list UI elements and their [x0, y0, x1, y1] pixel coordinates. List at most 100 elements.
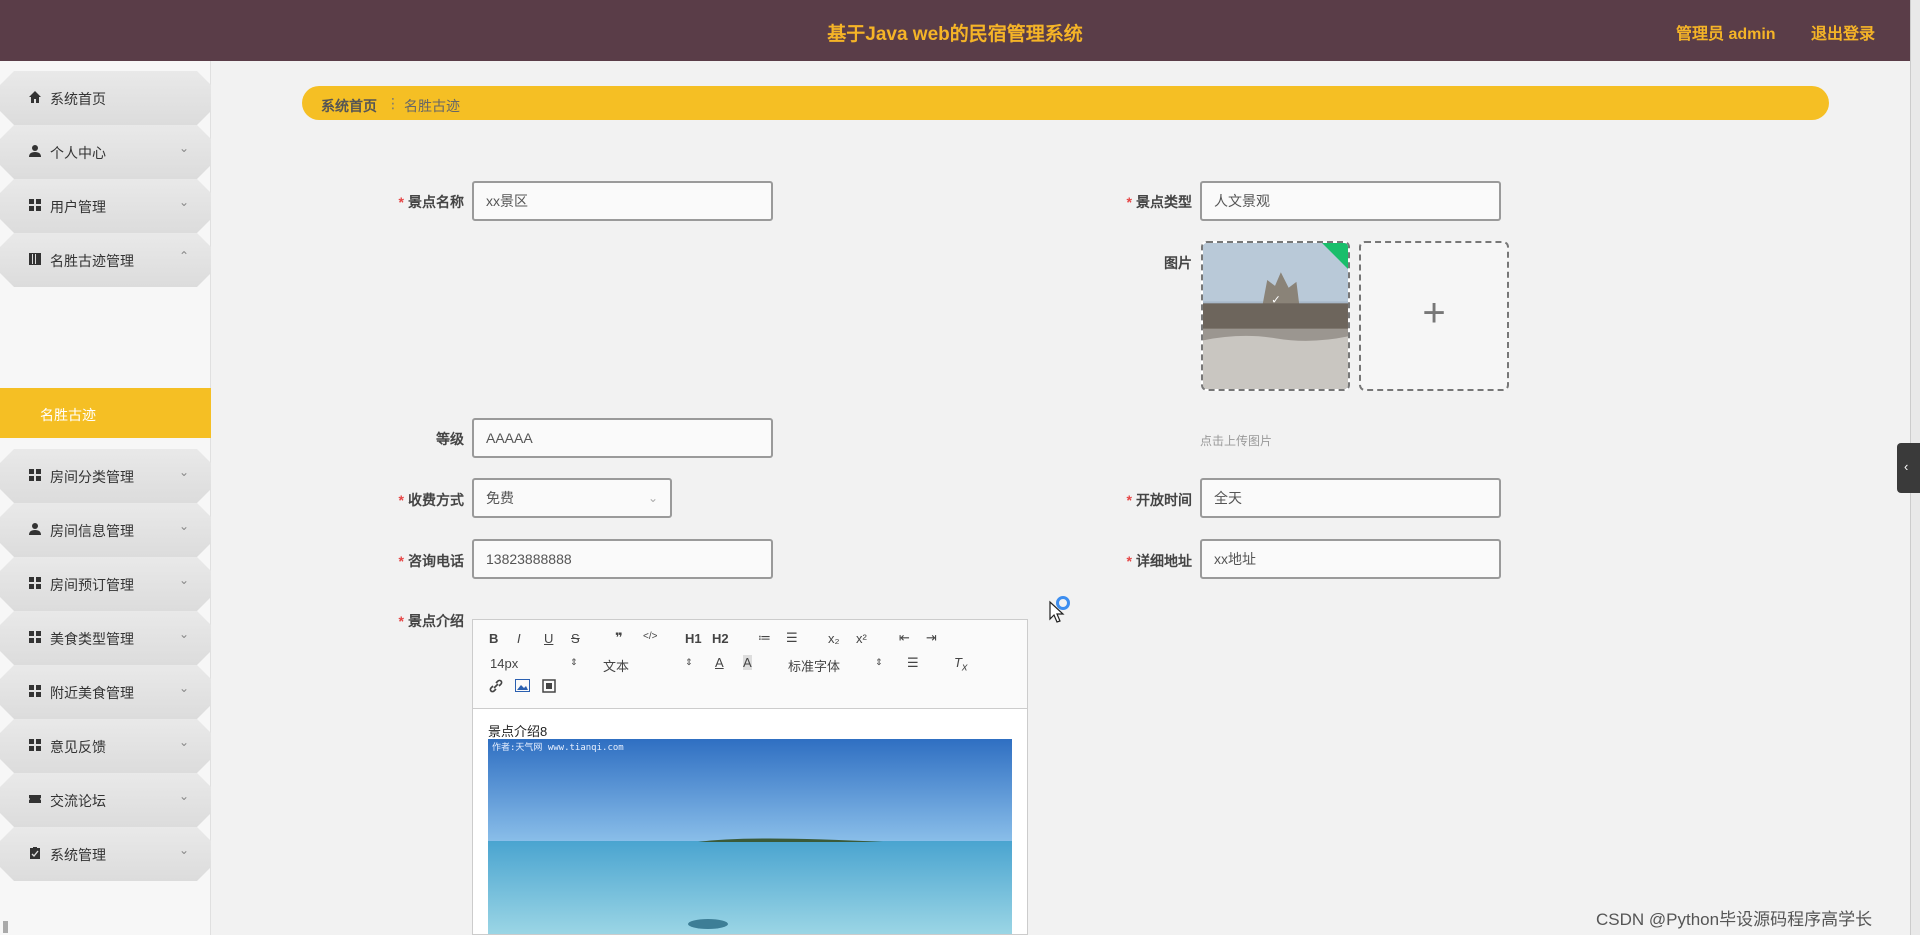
align-button[interactable]: ☰ [907, 655, 919, 671]
quote-button[interactable]: ❞ [615, 630, 623, 646]
indent-button[interactable]: ⇥ [926, 630, 937, 646]
font-family-select[interactable]: 标准字体 ⇕ [788, 656, 883, 675]
video-insert-icon[interactable] [542, 679, 556, 696]
app-title: 基于Java web的民宿管理系统 [827, 24, 1083, 45]
spot-name-input[interactable]: xx景区 [472, 181, 773, 221]
sidebar-item[interactable]: 房间分类管理 ⌄ [0, 449, 211, 503]
bg-color-button[interactable]: A [743, 655, 752, 670]
sidebar-item-label: 用户管理 [50, 199, 106, 215]
sidebar-item-label: 意见反馈 [50, 739, 106, 755]
superscript-button[interactable]: x² [856, 631, 867, 646]
chevron-left-icon: ‹ [1904, 459, 1909, 474]
book-icon [28, 252, 42, 266]
font-size-value: 14px [490, 656, 519, 671]
editor-toolbar: B I U S ❞ </> H1 H2 ≔ ☰ x₂ x² ⇤ ⇥ 14px ⇕… [473, 620, 1027, 709]
italic-button[interactable]: I [517, 631, 521, 646]
chevron-up-icon: ⌃ [178, 249, 189, 263]
breadcrumb-separator: ⋮ [386, 95, 400, 111]
chevron-down-icon: ⌄ [178, 573, 189, 587]
fee-select[interactable]: 免费 ⌄ [472, 478, 672, 518]
bold-button[interactable]: B [489, 631, 498, 646]
underline-button[interactable]: U [544, 631, 553, 646]
updown-icon: ⇕ [570, 657, 578, 667]
upload-add-button[interactable]: + [1359, 241, 1509, 391]
intro-label: * 景点介绍 [398, 613, 464, 629]
user-icon [28, 144, 42, 158]
chevron-down-icon: ⌄ [178, 465, 189, 479]
breadcrumb-home[interactable]: 系统首页 [321, 96, 377, 116]
grid-icon [28, 684, 42, 698]
h1-button[interactable]: H1 [685, 631, 702, 646]
strike-button[interactable]: S [571, 631, 580, 646]
side-panel-toggle[interactable]: ‹ [1897, 443, 1920, 493]
font-size-select[interactable]: 14px ⇕ [490, 656, 578, 671]
sidebar-item[interactable]: 房间信息管理 ⌄ [0, 503, 211, 557]
sidebar-item[interactable]: 个人中心 ⌄ [0, 125, 211, 179]
sidebar-item-label: 系统管理 [50, 847, 106, 863]
chevron-down-icon: ⌄ [647, 491, 658, 505]
sidebar-subitem-scenic-spots[interactable]: 名胜古迹 [0, 388, 211, 438]
phone-input[interactable]: 13823888888 [472, 539, 773, 579]
sidebar-item[interactable]: 用户管理 ⌄ [0, 179, 211, 233]
fee-label: * 收费方式 [398, 492, 464, 508]
plus-icon: + [1422, 291, 1446, 335]
sidebar-item-label: 个人中心 [50, 145, 106, 161]
address-input[interactable]: xx地址 [1200, 539, 1501, 579]
sidebar-item[interactable]: 系统首页 [0, 71, 211, 125]
breadcrumb: 系统首页 ⋮ 名胜古迹 [302, 86, 1829, 120]
uploaded-image-thumbnail[interactable]: ✓ [1201, 241, 1350, 391]
ticket-icon [28, 792, 42, 806]
outdent-button[interactable]: ⇤ [899, 630, 910, 646]
ordered-list-button[interactable]: ≔ [758, 630, 771, 646]
breadcrumb-current: 名胜古迹 [404, 98, 460, 114]
sidebar-item-label: 美食类型管理 [50, 631, 134, 647]
upload-tip: 点击上传图片 [1200, 434, 1273, 448]
updown-icon: ⇕ [875, 657, 883, 667]
clipboard-icon [28, 846, 42, 860]
rich-text-editor[interactable]: B I U S ❞ </> H1 H2 ≔ ☰ x₂ x² ⇤ ⇥ 14px ⇕… [472, 619, 1028, 935]
chevron-down-icon: ⌄ [178, 195, 189, 209]
sidebar-item[interactable]: 交流论坛 ⌄ [0, 773, 211, 827]
sidebar-item[interactable]: 附近美食管理 ⌄ [0, 665, 211, 719]
sidebar-item[interactable]: 美食类型管理 ⌄ [0, 611, 211, 665]
spot-type-input[interactable]: 人文景观 [1200, 181, 1501, 221]
sidebar-item[interactable]: 意见反馈 ⌄ [0, 719, 211, 773]
sidebar-item-label: 系统首页 [50, 91, 106, 107]
font-color-button[interactable]: A [715, 655, 724, 670]
level-input[interactable]: AAAAA [472, 418, 773, 458]
bullet-list-button[interactable]: ☰ [786, 630, 798, 646]
clear-format-button[interactable]: Tx [954, 655, 967, 674]
beach-photo-image: 作者:天气网 www.tianqi.com [488, 739, 1012, 934]
link-icon[interactable] [489, 679, 503, 696]
sidebar-item-label: 房间预订管理 [50, 577, 134, 593]
csdn-watermark: CSDN @Python毕设源码程序高学长 [1596, 910, 1873, 929]
fee-select-value: 免费 [486, 490, 514, 506]
sidebar-item-label: 房间信息管理 [50, 523, 134, 539]
paragraph-select[interactable]: 文本 ⇕ [603, 656, 693, 675]
chevron-down-icon: ⌄ [178, 843, 189, 857]
chevron-down-icon: ⌄ [178, 735, 189, 749]
editor-content[interactable]: 景点介绍8 作者:天气网 www.tianqi.com [473, 709, 1027, 934]
sidebar-item-label: 交流论坛 [50, 793, 106, 809]
code-button[interactable]: </> [643, 631, 657, 642]
logout-link[interactable]: 退出登录 [1811, 20, 1875, 44]
phone-label: * 咨询电话 [398, 553, 464, 569]
user-icon [28, 522, 42, 536]
paragraph-value: 文本 [603, 659, 630, 674]
image-insert-icon[interactable] [515, 679, 530, 695]
name-label: * 景点名称 [398, 194, 464, 210]
sidebar-item[interactable]: 名胜古迹管理 ⌃ [0, 233, 211, 287]
sidebar-item-label: 名胜古迹管理 [50, 253, 134, 269]
chevron-down-icon: ⌄ [178, 519, 189, 533]
sidebar-item[interactable]: 系统管理 ⌄ [0, 827, 211, 881]
grid-icon [28, 198, 42, 212]
sidebar-subitem-label: 名胜古迹 [40, 407, 96, 423]
subscript-button[interactable]: x₂ [828, 631, 840, 646]
sidebar-item-label: 房间分类管理 [50, 469, 134, 485]
open-time-input[interactable]: 全天 [1200, 478, 1501, 518]
h2-button[interactable]: H2 [712, 631, 729, 646]
level-label: 等级 [436, 431, 464, 447]
address-label: * 详细地址 [1126, 553, 1192, 569]
sidebar-item[interactable]: 房间预订管理 ⌄ [0, 557, 211, 611]
chevron-down-icon: ⌄ [178, 789, 189, 803]
